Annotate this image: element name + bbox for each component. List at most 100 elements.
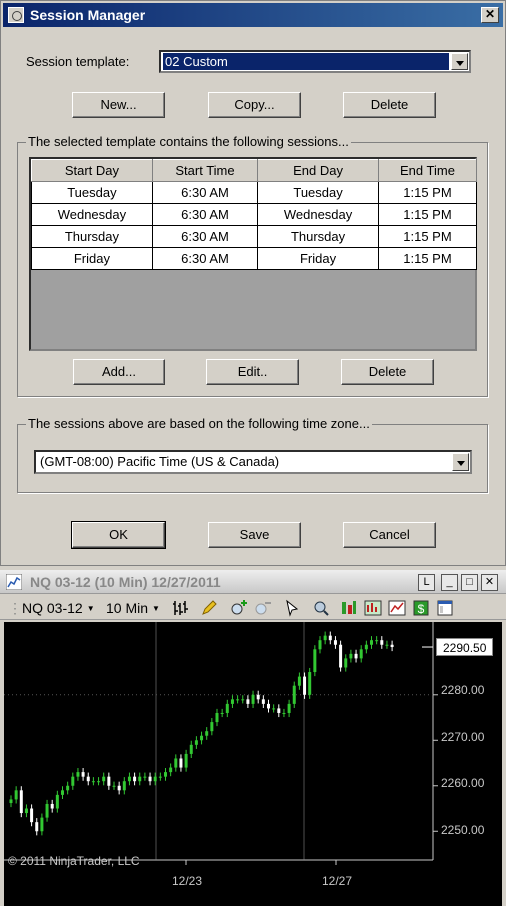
candle-body xyxy=(50,803,54,809)
ok-button[interactable]: OK xyxy=(71,521,166,549)
copyright-text: © 2011 NinjaTrader, LLC xyxy=(8,854,140,868)
candle-body xyxy=(143,776,147,778)
close-button[interactable]: ✕ xyxy=(481,7,499,23)
candle-body xyxy=(71,776,75,786)
candle-body xyxy=(81,772,85,777)
delete-template-button[interactable]: Delete xyxy=(343,92,436,118)
candle-body xyxy=(256,694,260,700)
delete-session-button[interactable]: Delete xyxy=(341,359,434,385)
candle-body xyxy=(261,699,265,704)
candle-body xyxy=(148,776,152,782)
candle-body xyxy=(14,790,18,800)
table-header: Start Day Start Time End Day End Time xyxy=(31,159,478,182)
candle-body xyxy=(122,781,126,791)
candle-body xyxy=(246,699,250,704)
candle-body xyxy=(375,640,379,642)
candle-body xyxy=(66,785,70,791)
y-tick-label: 2250.00 xyxy=(441,823,485,837)
chart-icon[interactable] xyxy=(388,599,406,617)
instrument-dropdown[interactable]: NQ 03-12 ▼ xyxy=(22,599,95,617)
candle-body xyxy=(236,699,240,701)
zoom-out-icon[interactable] xyxy=(254,599,272,617)
cursor-icon[interactable] xyxy=(284,599,302,617)
chart-window: NQ 03-12 (10 Min) 12/27/2011 L _ □ ✕ ⋮ N… xyxy=(0,566,506,906)
y-tick-label: 2270.00 xyxy=(441,730,485,744)
candle-body xyxy=(349,653,353,659)
table-row[interactable]: Tuesday 6:30 AM Tuesday 1:15 PM xyxy=(31,181,478,204)
toolbar-grip: ⋮ xyxy=(8,600,22,616)
last-price-tag: 2290.50 xyxy=(436,638,494,657)
dollar-icon[interactable]: $ xyxy=(412,599,430,617)
chevron-down-icon[interactable] xyxy=(451,53,468,70)
link-button[interactable]: L xyxy=(418,574,435,591)
candle-body xyxy=(318,640,322,650)
strategy-icon[interactable] xyxy=(364,599,382,617)
magnifier-icon[interactable] xyxy=(312,599,330,617)
properties-icon[interactable] xyxy=(436,599,454,617)
close-chart-button[interactable]: ✕ xyxy=(481,574,498,591)
candle-body xyxy=(112,785,116,787)
table-cell: 6:30 AM xyxy=(151,225,259,248)
x-tick-label: 12/27 xyxy=(322,874,353,888)
candle-body xyxy=(133,776,137,782)
edit-session-button[interactable]: Edit.. xyxy=(206,359,299,385)
candle-body xyxy=(164,772,167,777)
app-icon xyxy=(8,7,24,23)
candle-body xyxy=(282,712,286,714)
chevron-down-icon[interactable] xyxy=(452,453,469,471)
interval-label: 10 Min xyxy=(106,600,149,616)
add-session-button[interactable]: Add... xyxy=(73,359,165,385)
table-cell: Friday xyxy=(257,247,379,270)
new-template-button[interactable]: New... xyxy=(72,92,165,118)
column-header[interactable]: Start Day xyxy=(31,159,153,182)
column-header[interactable]: End Day xyxy=(257,159,379,182)
table-cell: 1:15 PM xyxy=(377,225,478,248)
candle-body xyxy=(328,635,332,641)
table-row[interactable]: Wednesday 6:30 AM Wednesday 1:15 PM xyxy=(31,203,478,226)
y-tick-label: 2260.00 xyxy=(441,776,485,790)
session-template-label: Session template: xyxy=(26,54,130,69)
table-row[interactable]: Friday 6:30 AM Friday 1:15 PM xyxy=(31,247,478,270)
price-chart[interactable]: 2290.50 2280.00 2270.00 2260.00 2250.00 … xyxy=(4,622,502,906)
candle-body xyxy=(272,708,276,710)
table-cell: 1:15 PM xyxy=(377,247,478,270)
timezone-select[interactable]: (GMT-08:00) Pacific Time (US & Canada) xyxy=(34,450,472,474)
candle-body xyxy=(107,776,111,786)
candle-body xyxy=(364,644,368,650)
pencil-icon[interactable] xyxy=(200,599,218,617)
chevron-down-icon: ▼ xyxy=(86,604,95,614)
table-cell: 1:15 PM xyxy=(377,203,478,226)
indicator-icon[interactable] xyxy=(340,599,358,617)
table-row[interactable]: Thursday 6:30 AM Thursday 1:15 PM xyxy=(31,225,478,248)
table-cell: Thursday xyxy=(257,225,379,248)
candle-body xyxy=(230,699,234,704)
candle-body xyxy=(354,653,358,659)
chart-window-title: NQ 03-12 (10 Min) 12/27/2011 xyxy=(30,574,221,590)
zoom-in-icon[interactable] xyxy=(230,599,248,617)
candle-body xyxy=(267,703,270,709)
cancel-button[interactable]: Cancel xyxy=(343,522,436,548)
save-button[interactable]: Save xyxy=(208,522,301,548)
column-header[interactable]: Start Time xyxy=(151,159,259,182)
maximize-button[interactable]: □ xyxy=(461,574,478,591)
candle-body xyxy=(117,785,121,791)
copy-template-button[interactable]: Copy... xyxy=(208,92,301,118)
candle-body xyxy=(303,676,307,695)
svg-text:$: $ xyxy=(418,602,425,616)
candle-body xyxy=(55,794,59,809)
interval-dropdown[interactable]: 10 Min ▼ xyxy=(106,599,160,617)
minimize-button[interactable]: _ xyxy=(441,574,458,591)
candle-body xyxy=(287,703,291,713)
column-header[interactable]: End Time xyxy=(377,159,478,182)
bar-style-icon[interactable] xyxy=(172,599,190,617)
candle-body xyxy=(184,753,188,768)
candle-body xyxy=(30,808,34,823)
table-cell: 6:30 AM xyxy=(151,203,259,226)
chart-toolbar: ⋮ NQ 03-12 ▼ 10 Min ▼ $ xyxy=(0,596,506,620)
candle-body xyxy=(9,799,13,804)
candle-body xyxy=(241,699,245,701)
session-template-select[interactable]: 02 Custom xyxy=(159,50,471,73)
candle-body xyxy=(385,644,389,646)
chevron-down-icon: ▼ xyxy=(152,604,160,614)
candle-body xyxy=(205,731,209,736)
